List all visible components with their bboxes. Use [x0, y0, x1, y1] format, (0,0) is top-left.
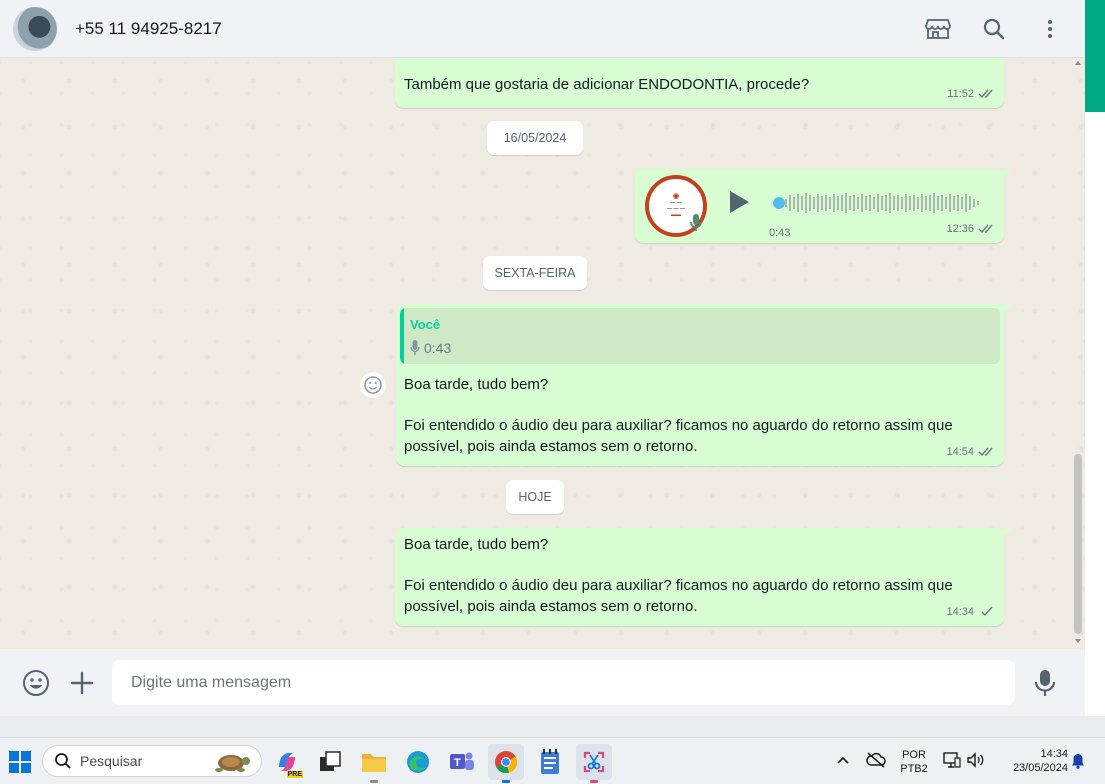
- chat-panel[interactable]: Também que gostaria de adicionar ENDODON…: [0, 58, 1085, 649]
- message-time: 12:36: [946, 222, 974, 235]
- taskbar-search-label: Pesquisar: [80, 753, 143, 769]
- display-icon[interactable]: [943, 751, 961, 769]
- message-meta: 14:54: [946, 442, 996, 463]
- waveform-scrubber: [773, 197, 785, 209]
- windows-start-icon[interactable]: [2, 744, 38, 780]
- microphone-icon: [690, 214, 702, 231]
- play-icon[interactable]: [728, 190, 750, 214]
- window-accent-strip: [1085, 0, 1105, 112]
- message-time: 14:54: [946, 445, 974, 458]
- edge-browser-icon[interactable]: [400, 744, 436, 780]
- contact-avatar[interactable]: [13, 6, 57, 51]
- store-icon[interactable]: [925, 16, 951, 42]
- task-view-icon[interactable]: [312, 744, 348, 780]
- notepad-icon[interactable]: [532, 744, 568, 780]
- quoted-message[interactable]: Você 0:43: [400, 308, 1000, 364]
- message-time: 14:34: [946, 605, 974, 618]
- date-chip: 16/05/2024: [487, 121, 583, 155]
- message-text: Também que gostaria de adicionar ENDODON…: [404, 76, 810, 93]
- clock[interactable]: 14:34 23/05/2024: [996, 747, 1068, 775]
- quote-author: Você: [410, 317, 441, 332]
- more-vert-icon[interactable]: [1037, 16, 1063, 42]
- message-input[interactable]: [112, 660, 1015, 705]
- bubble-tail: [1003, 304, 1012, 314]
- date-chip: SEXTA-FEIRA: [483, 256, 587, 290]
- date-chip: HOJE: [506, 480, 564, 514]
- attach-plus-icon[interactable]: [69, 670, 95, 696]
- copilot-icon[interactable]: PRE: [269, 744, 305, 780]
- language-code: POR: [902, 749, 926, 761]
- chat-scrollbar[interactable]: [1074, 454, 1082, 634]
- copilot-badge: PRE: [286, 771, 303, 778]
- window-bottom-strip: [0, 716, 1105, 737]
- chat-header: +55 11 94925-8217: [0, 0, 1085, 58]
- voice-message[interactable]: ◉ — — — — — ▬▬ 0:43 12:36: [635, 169, 1012, 243]
- teams-icon[interactable]: T: [444, 744, 480, 780]
- speaker-icon[interactable]: [966, 751, 984, 769]
- running-indicator: [590, 780, 598, 783]
- voice-waveform[interactable]: [773, 191, 983, 215]
- keyboard-layout: PTB2: [900, 763, 928, 775]
- search-icon[interactable]: [981, 16, 1007, 42]
- running-indicator: [502, 780, 510, 783]
- voice-duration: 0:43: [769, 227, 791, 239]
- double-check-icon: [978, 447, 993, 457]
- quote-bar: [400, 308, 404, 364]
- cloud-off-icon[interactable]: [866, 751, 886, 769]
- clock-date: 23/05/2024: [1012, 762, 1068, 774]
- windows-taskbar: Pesquisar PRE T POR PTB2 14:34 23/05/202…: [0, 737, 1105, 784]
- scroll-up-arrow[interactable]: [1075, 61, 1081, 65]
- message-text: Boa tarde, tudo bem? Foi entendido o áud…: [404, 536, 953, 615]
- microphone-icon: [410, 340, 420, 356]
- bubble-tail: [1003, 528, 1012, 538]
- quote-duration: 0:43: [424, 340, 452, 356]
- message-time: 11:52: [947, 87, 974, 100]
- search-icon: [55, 753, 71, 769]
- outgoing-message[interactable]: Boa tarde, tudo bem? Foi entendido o áud…: [395, 528, 1012, 626]
- svg-text:T: T: [454, 757, 461, 769]
- bubble-tail: [1003, 169, 1012, 179]
- language-indicator[interactable]: POR PTB2: [898, 748, 930, 776]
- double-check-icon: [978, 224, 993, 234]
- notification-bell-icon[interactable]: [1071, 753, 1085, 769]
- chrome-icon[interactable]: [488, 744, 524, 783]
- chevron-up-icon[interactable]: [836, 753, 850, 767]
- message-meta: 12:36: [946, 219, 996, 240]
- window-right-rail: [1085, 112, 1105, 716]
- turtle-icon: [215, 755, 250, 772]
- taskbar-search[interactable]: Pesquisar: [42, 745, 262, 777]
- header-actions: [925, 0, 1063, 58]
- emoji-icon[interactable]: [22, 669, 50, 697]
- contact-name[interactable]: +55 11 94925-8217: [75, 19, 222, 39]
- double-check-icon: [978, 89, 993, 99]
- single-check-icon: [981, 606, 993, 617]
- snipping-tool-icon[interactable]: [576, 744, 612, 783]
- clock-time: 14:34: [1040, 748, 1068, 760]
- running-indicator: [370, 780, 378, 783]
- react-emoji-icon[interactable]: [360, 372, 386, 398]
- file-explorer-icon[interactable]: [356, 744, 392, 783]
- quote-body: 0:43: [410, 338, 451, 359]
- message-meta: 11:52: [947, 84, 996, 105]
- message-composer: [0, 649, 1085, 716]
- microphone-icon[interactable]: [1034, 669, 1056, 697]
- message-meta: 14:34: [946, 602, 996, 623]
- outgoing-reply-message[interactable]: Você 0:43 Boa tarde, tudo bem? Foi enten…: [396, 304, 1012, 466]
- outgoing-message[interactable]: Também que gostaria de adicionar ENDODON…: [395, 58, 1004, 108]
- message-text: Boa tarde, tudo bem? Foi entendido o áud…: [404, 376, 953, 455]
- scroll-down-arrow[interactable]: [1075, 639, 1081, 643]
